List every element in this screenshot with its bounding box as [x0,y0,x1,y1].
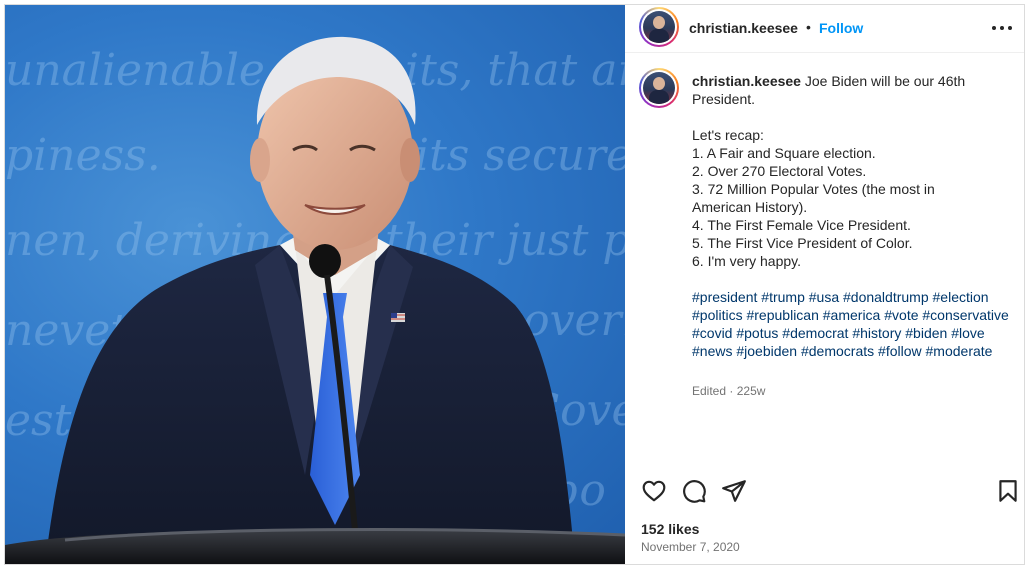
post-date: November 7, 2020 [641,540,740,554]
heart-icon[interactable] [641,478,667,504]
header-separator: • [806,19,811,35]
caption-author-avatar[interactable] [639,68,679,108]
hashtag-link[interactable]: #politics [692,307,743,323]
post-caption: christian.keesee Joe Biden will be our 4… [692,72,1010,270]
hashtag-link[interactable]: #moderate [926,343,993,359]
hashtag-link[interactable]: #republican [746,307,818,323]
more-horizontal-icon[interactable] [990,17,1014,37]
backdrop-text-2: its, that am [405,45,625,96]
hashtag-link[interactable]: #news [692,343,732,359]
edited-label: Edited [692,384,727,398]
post-card: unalienable its, that am piness. its sec… [4,4,1025,565]
comment-icon[interactable] [681,478,707,504]
bookmark-icon[interactable] [995,478,1021,504]
hashtag-link[interactable]: #election [933,289,989,305]
post-photo[interactable]: unalienable its, that am piness. its sec… [5,5,625,564]
hashtag-link[interactable]: #donaldtrump [843,289,929,305]
likes-count[interactable]: 152 likes [641,521,699,537]
hashtag-link[interactable]: #democrat [782,325,848,341]
hashtag-link[interactable]: #covid [692,325,732,341]
caption-username[interactable]: christian.keesee [692,73,801,89]
hashtag-list: #president #trump #usa #donaldtrump #ele… [692,288,1010,360]
hashtag-link[interactable]: #vote [884,307,918,323]
hashtag-link[interactable]: #love [951,325,984,341]
meta-separator: · [729,384,734,398]
hashtag-link[interactable]: #follow [878,343,922,359]
post-age[interactable]: 225w [737,384,766,398]
share-icon[interactable] [721,478,747,504]
follow-button[interactable]: Follow [819,20,863,36]
action-bar [625,475,1024,507]
hashtag-link[interactable]: #america [823,307,881,323]
author-avatar[interactable] [639,7,679,47]
backdrop-text-4: its secure [415,130,625,181]
hashtag-link[interactable]: #president [692,289,757,305]
hashtag-link[interactable]: #democrats [801,343,874,359]
hashtag-link[interactable]: #joebiden [736,343,797,359]
caption-text: Joe Biden will be our 46th President. Le… [692,73,966,269]
author-username[interactable]: christian.keesee [689,20,798,36]
hashtag-link[interactable]: #potus [736,325,778,341]
hashtag-link[interactable]: #history [852,325,901,341]
backdrop-text-1: unalienable [5,45,265,96]
hashtag-link[interactable]: #biden [905,325,947,341]
backdrop-text-3: piness. [5,130,161,181]
post-photo-illustration: unalienable its, that am piness. its sec… [5,36,625,564]
hashtag-link[interactable]: #conservative [922,307,1008,323]
post-header: christian.keesee • Follow [625,5,1024,53]
post-meta: Edited · 225w [692,384,765,398]
hashtag-link[interactable]: #trump [761,289,805,305]
hashtag-link[interactable]: #usa [809,289,839,305]
post-side-panel: christian.keesee • Follow christian.kees… [625,5,1024,564]
